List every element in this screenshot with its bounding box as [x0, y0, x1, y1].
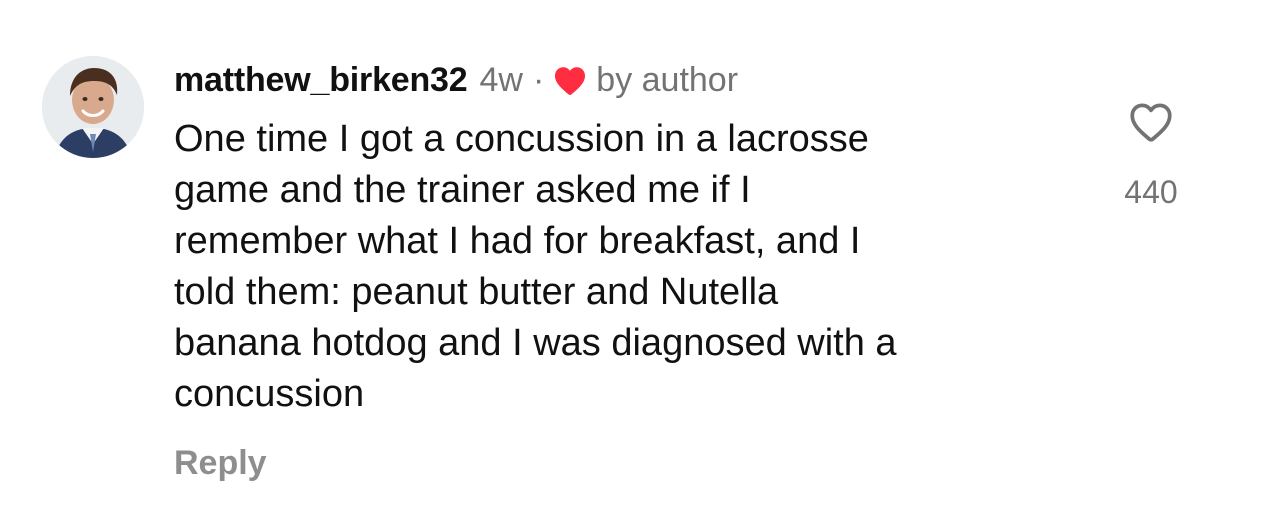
comment-meta: matthew_birken32 4w · by author [174, 58, 738, 102]
comment: matthew_birken32 4w · by author One time… [0, 0, 1268, 520]
like-count: 440 [1124, 174, 1178, 210]
timestamp: 4w [479, 60, 523, 99]
heart-outline-icon [1130, 103, 1172, 142]
reply-button[interactable]: Reply [174, 444, 267, 483]
avatar[interactable] [42, 56, 144, 158]
meta-separator: · [532, 60, 545, 99]
liked-by-author-label: by author [596, 60, 739, 99]
heart-filled-icon [552, 63, 588, 97]
comment-text: One time I got a concussion in a lacross… [174, 118, 897, 415]
username[interactable]: matthew_birken32 [174, 61, 468, 100]
like-button[interactable] [1126, 98, 1176, 144]
like-column: 440 [1108, 98, 1194, 211]
avatar-image [42, 56, 144, 158]
